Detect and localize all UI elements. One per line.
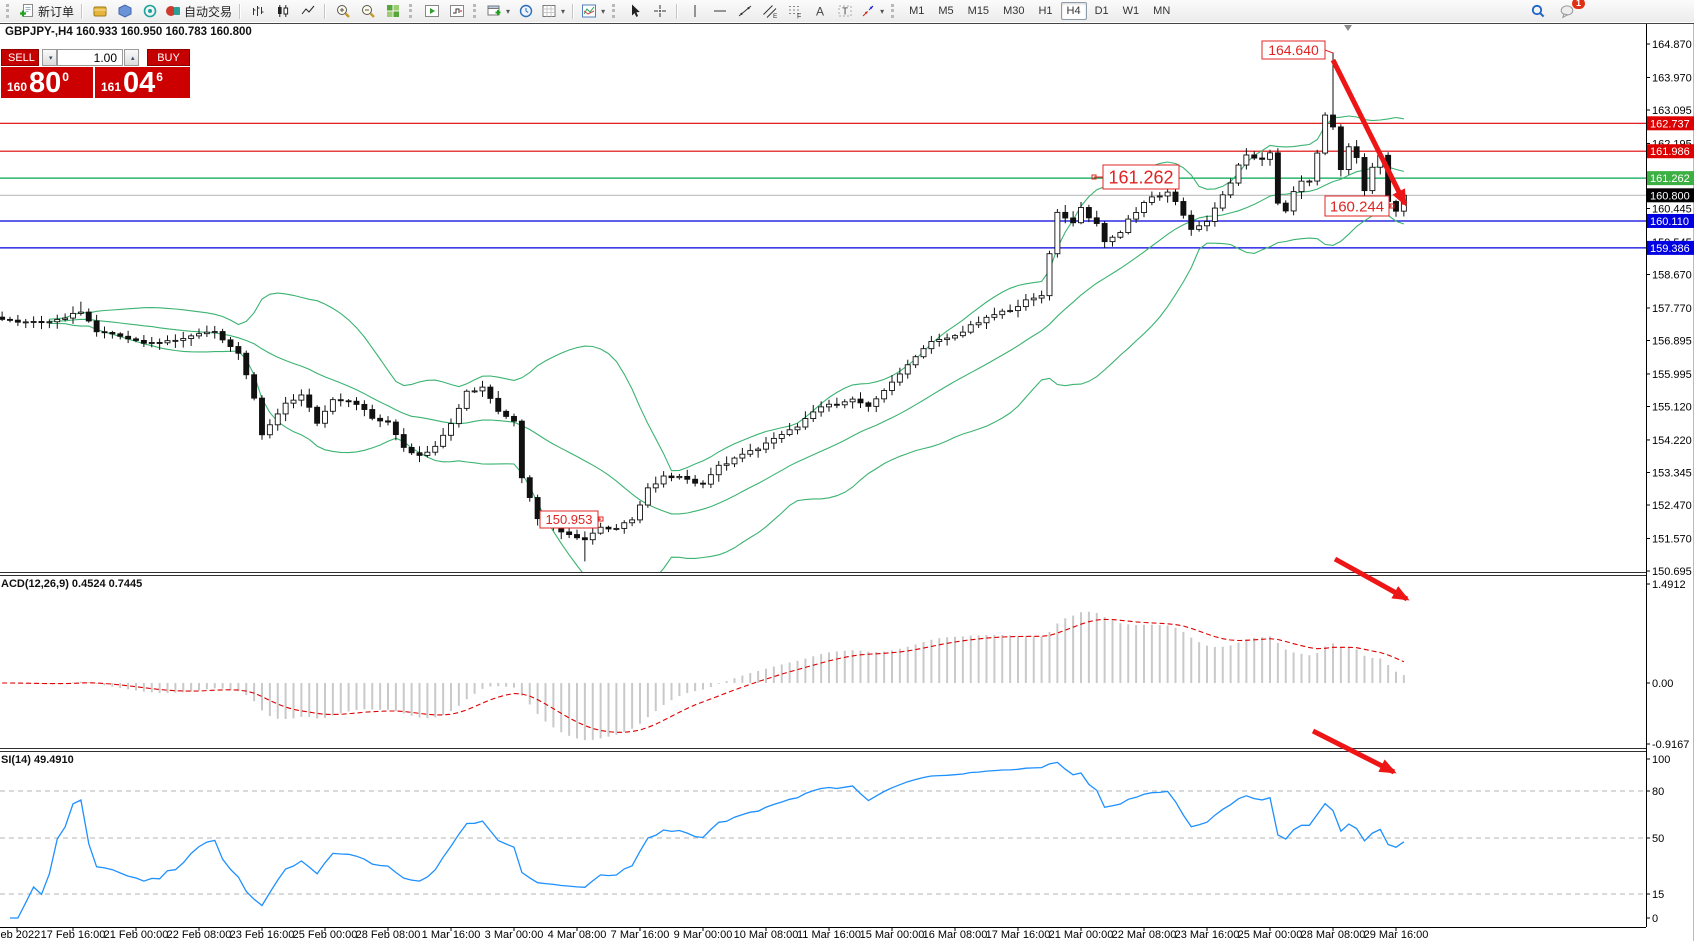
time-tick-label: 10 Mar 08:00 bbox=[734, 929, 799, 941]
triangle-down-icon: ▾ bbox=[49, 55, 53, 62]
macd-indicator-label: ACD(12,26,9) 0.4524 0.7445 bbox=[1, 578, 142, 590]
price-tick-label: 151.570 bbox=[1652, 533, 1692, 545]
annotation-text: 161.262 bbox=[1108, 167, 1173, 187]
price-tick-label: 155.995 bbox=[1652, 369, 1692, 381]
annotation-text: 150.953 bbox=[546, 512, 593, 527]
price-tick-label: 154.220 bbox=[1652, 435, 1692, 447]
red-trend-arrow bbox=[1335, 559, 1407, 599]
time-tick-label: 9 Mar 00:00 bbox=[674, 929, 733, 941]
time-tick-label: 22 Mar 08:00 bbox=[1112, 929, 1177, 941]
volume-up-button[interactable]: ▴ bbox=[124, 49, 139, 66]
panel-borders bbox=[0, 24, 1694, 941]
time-tick-label: 22 Feb 08:00 bbox=[167, 929, 232, 941]
sell-price-pips: 80 bbox=[29, 70, 61, 97]
price-badge-label: 160.110 bbox=[1650, 216, 1689, 228]
sell-price-point: 0 bbox=[62, 70, 69, 84]
price-badge-label: 159.386 bbox=[1650, 243, 1690, 255]
sell-price-whole: 160 bbox=[7, 80, 27, 94]
price-tick-label: 163.095 bbox=[1652, 105, 1692, 117]
macd-panel bbox=[2, 612, 1404, 740]
chart-annotations: 164.640 161.262 160.244 150.953 bbox=[540, 41, 1394, 528]
rsi-axis-label: 0 bbox=[1652, 913, 1658, 925]
time-tick-label: 28 Feb 08:00 bbox=[356, 929, 421, 941]
price-tick-label: 164.870 bbox=[1652, 39, 1692, 51]
candlestick-series bbox=[0, 53, 1406, 562]
price-badge-label: 162.737 bbox=[1650, 118, 1690, 130]
price-tick-label: 155.120 bbox=[1652, 401, 1692, 413]
buy-price-point: 6 bbox=[156, 70, 163, 84]
rsi-axis-label: 80 bbox=[1652, 786, 1664, 798]
time-tick-label: 29 Mar 16:00 bbox=[1364, 929, 1429, 941]
price-badge-label: 161.986 bbox=[1650, 146, 1690, 158]
chart-symbol-title: GBPJPY-,H4 160.933 160.950 160.783 160.8… bbox=[5, 26, 252, 38]
macd-axis-label: 0.00 bbox=[1652, 678, 1673, 690]
price-tick-label: 160.445 bbox=[1652, 204, 1692, 216]
macd-axis-label: -0.9167 bbox=[1652, 739, 1689, 751]
volume-down-button[interactable]: ▾ bbox=[42, 49, 57, 66]
time-tick-label: 23 Mar 16:00 bbox=[1175, 929, 1240, 941]
price-tick-label: 156.895 bbox=[1652, 335, 1692, 347]
time-tick-label: 15 Mar 00:00 bbox=[860, 929, 925, 941]
time-tick-label: 3 Mar 00:00 bbox=[485, 929, 544, 941]
buy-price-pips: 04 bbox=[123, 70, 155, 97]
price-badge-label: 161.262 bbox=[1650, 173, 1690, 185]
mt4-window: 新订单 自动交易 ▾ ▾ ▾ E F A bbox=[0, 0, 1694, 941]
time-tick-label: 16 Mar 08:00 bbox=[923, 929, 988, 941]
time-tick-label: 11 Mar 16:00 bbox=[797, 929, 861, 941]
rsi-indicator-label: SI(14) 49.4910 bbox=[1, 754, 74, 766]
buy-price-whole: 161 bbox=[101, 80, 121, 94]
time-tick-label: 17 Feb 16:00 bbox=[41, 929, 106, 941]
chart-canvas[interactable]: 164.870163.970163.095162.195160.445159.5… bbox=[0, 0, 1694, 941]
time-tick-label: 21 Mar 00:00 bbox=[1049, 929, 1114, 941]
macd-signal-line bbox=[2, 619, 1404, 732]
price-tick-label: 152.470 bbox=[1652, 500, 1692, 512]
time-tick-label: 7 Mar 16:00 bbox=[611, 929, 670, 941]
trend-arrows bbox=[1313, 60, 1407, 772]
price-tick-label: 158.670 bbox=[1652, 270, 1692, 282]
buy-button[interactable]: BUY bbox=[147, 49, 190, 66]
one-click-trading-panel: SELL ▾ ▴ BUY 160 80 0 161 04 6 bbox=[1, 49, 190, 98]
price-tick-label: 153.345 bbox=[1652, 467, 1692, 479]
price-tick-label: 157.770 bbox=[1652, 303, 1692, 315]
sell-price-display[interactable]: 160 80 0 bbox=[1, 67, 93, 98]
time-tick-label: 17 Mar 16:00 bbox=[986, 929, 1051, 941]
bollinger-bands bbox=[49, 116, 1404, 601]
time-axis: Feb 202217 Feb 16:0021 Feb 00:0022 Feb 0… bbox=[0, 927, 1646, 941]
macd-axis-label: 1.4912 bbox=[1652, 579, 1686, 591]
rsi-panel bbox=[0, 762, 1646, 918]
price-level-lines bbox=[0, 123, 1646, 248]
buy-price-display[interactable]: 161 04 6 bbox=[95, 67, 190, 98]
time-tick-label: 25 Feb 00:00 bbox=[293, 929, 358, 941]
time-tick-label: 25 Mar 00:00 bbox=[1238, 929, 1303, 941]
price-tick-label: 150.695 bbox=[1652, 566, 1692, 578]
rsi-axis-label: 100 bbox=[1652, 754, 1670, 766]
annotation-text: 164.640 bbox=[1268, 42, 1319, 58]
time-tick-label: 23 Feb 16:00 bbox=[230, 929, 295, 941]
price-badge-label: 160.800 bbox=[1650, 190, 1690, 202]
sell-button[interactable]: SELL bbox=[1, 49, 39, 66]
volume-input[interactable] bbox=[57, 49, 123, 66]
annotation-text: 160.244 bbox=[1330, 198, 1384, 215]
chart-shift-marker-icon bbox=[1344, 25, 1352, 31]
rsi-line bbox=[10, 762, 1404, 918]
time-tick-label: 4 Mar 08:00 bbox=[548, 929, 607, 941]
rsi-axis-label: 50 bbox=[1652, 833, 1664, 845]
time-tick-label: 21 Feb 00:00 bbox=[104, 929, 169, 941]
time-tick-label: 1 Mar 16:00 bbox=[422, 929, 481, 941]
time-tick-label: Feb 2022 bbox=[0, 929, 40, 941]
triangle-up-icon: ▴ bbox=[131, 55, 135, 62]
price-tick-label: 163.970 bbox=[1652, 72, 1692, 84]
rsi-axis-label: 15 bbox=[1652, 889, 1664, 901]
time-tick-label: 28 Mar 08:00 bbox=[1301, 929, 1366, 941]
